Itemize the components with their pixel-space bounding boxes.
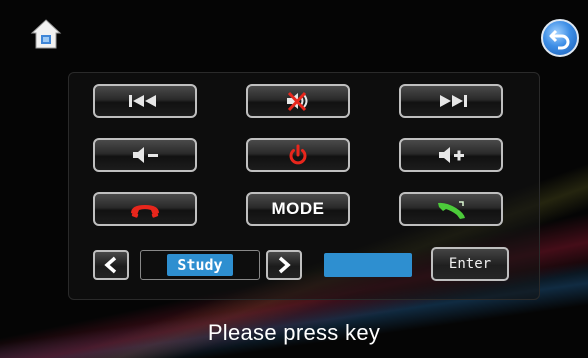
mode-button[interactable]: MODE <box>246 192 350 226</box>
power-icon <box>289 144 307 165</box>
status-message: Please press key <box>207 320 381 345</box>
volume-up-icon <box>439 147 464 163</box>
mode-label: MODE <box>271 199 325 218</box>
volume-down-button[interactable] <box>93 138 197 172</box>
option-display: Study <box>140 250 260 280</box>
chevron-left-icon <box>104 256 117 274</box>
call-answer-icon <box>438 201 465 219</box>
home-button[interactable] <box>28 16 64 52</box>
hang-up-icon <box>131 205 159 218</box>
volume-down-icon <box>133 147 158 163</box>
home-icon <box>30 19 62 49</box>
back-arrow-icon <box>549 29 570 50</box>
hang-up-button[interactable] <box>93 192 197 226</box>
mute-button[interactable] <box>246 84 350 118</box>
next-track-button[interactable] <box>399 84 503 118</box>
previous-track-button[interactable] <box>93 84 197 118</box>
power-button[interactable] <box>246 138 350 172</box>
enter-button[interactable]: Enter <box>431 247 509 281</box>
skip-next-icon <box>440 95 467 107</box>
status-bar: Please press key <box>0 308 588 358</box>
next-option-button[interactable] <box>266 250 302 280</box>
chevron-right-icon <box>278 256 291 274</box>
mute-icon <box>287 91 308 112</box>
back-button[interactable] <box>541 19 579 57</box>
code-input-field[interactable] <box>324 253 412 277</box>
volume-up-button[interactable] <box>399 138 503 172</box>
previous-option-button[interactable] <box>93 250 129 280</box>
option-value: Study <box>167 254 233 276</box>
answer-call-button[interactable] <box>399 192 503 226</box>
skip-previous-icon <box>129 95 156 107</box>
